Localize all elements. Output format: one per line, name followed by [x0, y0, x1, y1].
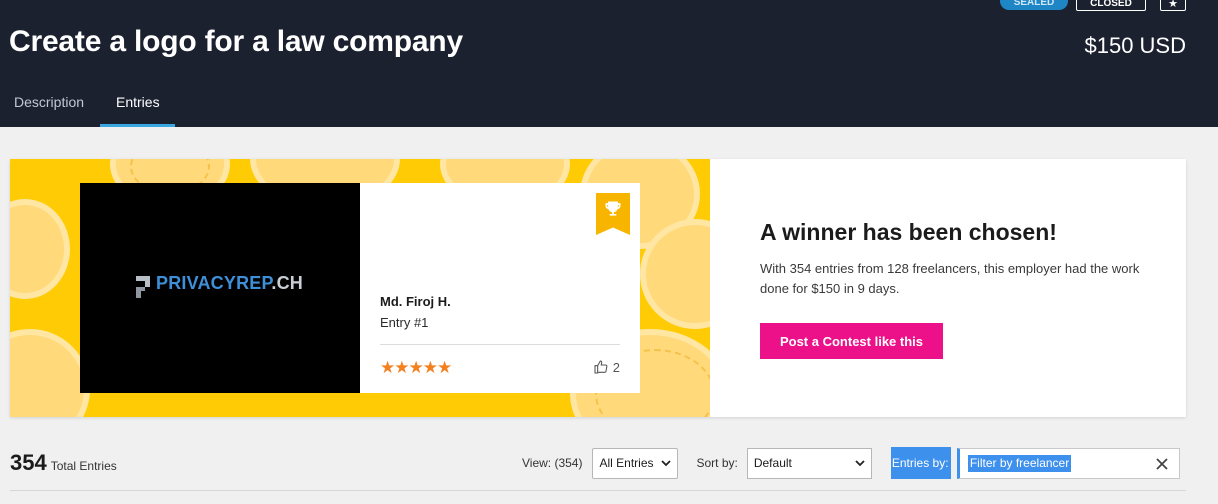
- freelancer-filter-input[interactable]: Filter by freelancer: [956, 447, 1180, 479]
- winner-banner-background: PRIVACYREP.CH Md. Firoj H. Entry #1 ★★★★…: [10, 159, 710, 417]
- sort-select-value: Default: [753, 456, 792, 470]
- winner-info: A winner has been chosen! With 354 entri…: [760, 219, 1160, 359]
- coin-decoration: [10, 329, 90, 417]
- coin-decoration: [10, 199, 70, 299]
- contest-header: SEALED CLOSED ★ Create a logo for a law …: [0, 0, 1218, 127]
- winner-heading: A winner has been chosen!: [760, 219, 1057, 245]
- logo-mark-icon: [136, 276, 150, 298]
- freelancer-name[interactable]: Md. Firoj H.: [380, 294, 451, 309]
- contest-price: $150 USD: [1084, 33, 1186, 58]
- chevron-down-icon: [855, 459, 865, 466]
- entries-total: 354 Total Entries: [10, 450, 117, 476]
- closed-badge: CLOSED: [1076, 0, 1146, 11]
- likes-button[interactable]: 2: [593, 359, 620, 375]
- bookmark-star-button[interactable]: ★: [1160, 0, 1186, 11]
- winner-card: PRIVACYREP.CH Md. Firoj H. Entry #1 ★★★★…: [10, 159, 1186, 417]
- entry-number: Entry #1: [380, 315, 429, 330]
- entry-details: Md. Firoj H. Entry #1 ★★★★★ 2: [360, 183, 640, 393]
- view-label: View: (354): [522, 456, 583, 470]
- star-icon: ★: [1168, 0, 1178, 10]
- status-badges: SEALED CLOSED ★: [1000, 0, 1186, 11]
- tab-entries[interactable]: Entries: [100, 82, 175, 127]
- winning-entry-image[interactable]: PRIVACYREP.CH: [80, 183, 360, 393]
- view-select-value: All Entries: [599, 456, 654, 470]
- sort-select[interactable]: Default: [746, 447, 872, 479]
- view-select[interactable]: All Entries: [592, 447, 679, 479]
- freelancer-filter-placeholder: Filter by freelancer: [967, 454, 1072, 472]
- contest-tabs: Description Entries: [0, 82, 175, 127]
- entries-by-label: Entries by:: [890, 447, 951, 479]
- entries-filter-bar: View: (354) All Entries Sort by: Default…: [522, 447, 1180, 479]
- post-contest-button[interactable]: Post a Contest like this: [760, 323, 943, 359]
- winner-description: With 354 entries from 128 freelancers, t…: [760, 261, 1140, 296]
- divider: [380, 344, 620, 345]
- total-entries-label: Total Entries: [50, 459, 117, 473]
- star-rating: ★★★★★: [380, 358, 452, 377]
- thumbs-up-icon: [594, 360, 608, 374]
- page-title: Create a logo for a law company: [9, 25, 463, 58]
- trophy-icon: [596, 193, 630, 235]
- close-icon[interactable]: [1155, 457, 1169, 471]
- chevron-down-icon: [661, 459, 672, 466]
- tab-description[interactable]: Description: [0, 82, 100, 127]
- sealed-badge: SEALED: [1000, 0, 1068, 10]
- sort-label: Sort by:: [696, 456, 738, 470]
- divider: [10, 490, 1186, 491]
- total-entries-count: 354: [10, 450, 47, 475]
- likes-count: 2: [612, 359, 620, 375]
- logo-wordmark: PRIVACYREP.CH: [156, 273, 303, 293]
